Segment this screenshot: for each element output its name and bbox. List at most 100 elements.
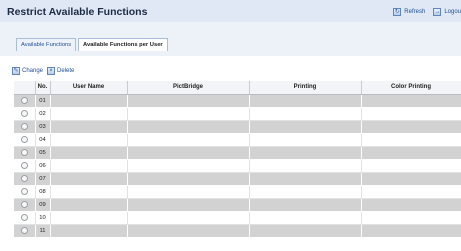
- column-header-user-name: User Name: [50, 81, 128, 95]
- column-header-pictbridge: PictBridge: [127, 81, 250, 95]
- pictbridge-cell: [127, 224, 250, 238]
- color-printing-cell: [361, 198, 461, 212]
- user-name-cell: [50, 94, 128, 108]
- printing-cell: [249, 185, 362, 199]
- table-row[interactable]: 10: [14, 211, 461, 225]
- row-number: 06: [35, 159, 51, 173]
- user-name-cell: [50, 120, 128, 134]
- table-row[interactable]: 02: [14, 107, 461, 121]
- row-radio[interactable]: [20, 109, 28, 117]
- printing-cell: [249, 94, 362, 108]
- color-printing-cell: [361, 224, 461, 238]
- table-row[interactable]: 06: [14, 159, 461, 173]
- printing-cell: [249, 224, 362, 238]
- table-row[interactable]: 03: [14, 120, 461, 134]
- pictbridge-cell: [127, 107, 250, 121]
- row-radio[interactable]: [20, 135, 28, 143]
- page-title: Restrict Available Functions: [7, 6, 148, 18]
- refresh-button[interactable]: ↻ Refresh: [393, 8, 425, 16]
- printing-cell: [249, 211, 362, 225]
- color-printing-cell: [361, 146, 461, 160]
- row-select-cell: [14, 133, 36, 147]
- row-select-cell: [14, 159, 36, 173]
- tab-available-functions-per-user[interactable]: Available Functions per User: [78, 38, 168, 51]
- row-number: 10: [35, 211, 51, 225]
- pictbridge-cell: [127, 159, 250, 173]
- printing-cell: [249, 146, 362, 160]
- pictbridge-cell: [127, 172, 250, 186]
- tabs-panel: Available Functions Available Functions …: [0, 22, 461, 56]
- color-printing-cell: [361, 94, 461, 108]
- row-radio[interactable]: [20, 174, 28, 182]
- row-select-cell: [14, 211, 36, 225]
- row-number: 09: [35, 198, 51, 212]
- change-button[interactable]: ✎ Change: [12, 67, 43, 75]
- color-printing-cell: [361, 185, 461, 199]
- column-header-no: No.: [35, 81, 51, 95]
- pictbridge-cell: [127, 133, 250, 147]
- delete-button[interactable]: × Delete: [47, 67, 74, 75]
- column-header-color-printing: Color Printing: [361, 81, 461, 95]
- row-number: 02: [35, 107, 51, 121]
- row-select-cell: [14, 198, 36, 212]
- row-select-cell: [14, 107, 36, 121]
- pictbridge-cell: [127, 94, 250, 108]
- table-row[interactable]: 08: [14, 185, 461, 199]
- header-actions: ↻ Refresh → Logou: [385, 8, 461, 16]
- table-header-row: No. User Name PictBridge Printing Color …: [14, 81, 461, 95]
- color-printing-cell: [361, 107, 461, 121]
- delete-label: Delete: [57, 68, 75, 74]
- row-number: 04: [35, 133, 51, 147]
- user-name-cell: [50, 172, 128, 186]
- column-header-printing: Printing: [249, 81, 362, 95]
- row-number: 01: [35, 94, 51, 108]
- delete-icon: ×: [47, 67, 56, 75]
- table-row[interactable]: 11: [14, 224, 461, 238]
- toolbar: ✎ Change × Delete: [12, 67, 78, 75]
- color-printing-cell: [361, 159, 461, 173]
- printing-cell: [249, 198, 362, 212]
- header-bar: Restrict Available Functions ↻ Refresh →…: [0, 0, 461, 22]
- logout-button[interactable]: → Logou: [433, 8, 461, 16]
- row-select-cell: [14, 185, 36, 199]
- tab-available-functions[interactable]: Available Functions: [16, 38, 77, 51]
- pictbridge-cell: [127, 120, 250, 134]
- table-row[interactable]: 04: [14, 133, 461, 147]
- row-radio[interactable]: [20, 226, 28, 234]
- printing-cell: [249, 159, 362, 173]
- user-name-cell: [50, 159, 128, 173]
- user-name-cell: [50, 211, 128, 225]
- table-row[interactable]: 05: [14, 146, 461, 160]
- table-row[interactable]: 01: [14, 94, 461, 108]
- row-number: 11: [35, 224, 51, 238]
- pictbridge-cell: [127, 146, 250, 160]
- row-select-cell: [14, 146, 36, 160]
- row-number: 05: [35, 146, 51, 160]
- user-name-cell: [50, 224, 128, 238]
- row-radio[interactable]: [20, 187, 28, 195]
- row-number: 07: [35, 172, 51, 186]
- row-select-cell: [14, 120, 36, 134]
- color-printing-cell: [361, 133, 461, 147]
- row-number: 03: [35, 120, 51, 134]
- select-column-header: [14, 81, 36, 95]
- color-printing-cell: [361, 172, 461, 186]
- user-name-cell: [50, 107, 128, 121]
- users-table: No. User Name PictBridge Printing Color …: [14, 81, 461, 238]
- user-name-cell: [50, 185, 128, 199]
- user-name-cell: [50, 198, 128, 212]
- row-radio[interactable]: [20, 122, 28, 130]
- row-select-cell: [14, 224, 36, 238]
- change-icon: ✎: [12, 67, 20, 75]
- row-radio[interactable]: [20, 148, 28, 156]
- table-row[interactable]: 07: [14, 172, 461, 186]
- user-name-cell: [50, 133, 128, 147]
- row-radio[interactable]: [20, 213, 28, 221]
- pictbridge-cell: [127, 185, 250, 199]
- change-label: Change: [22, 68, 44, 74]
- table-row[interactable]: 09: [14, 198, 461, 212]
- row-radio[interactable]: [20, 96, 28, 104]
- row-radio[interactable]: [20, 200, 28, 208]
- row-radio[interactable]: [20, 161, 28, 169]
- printing-cell: [249, 172, 362, 186]
